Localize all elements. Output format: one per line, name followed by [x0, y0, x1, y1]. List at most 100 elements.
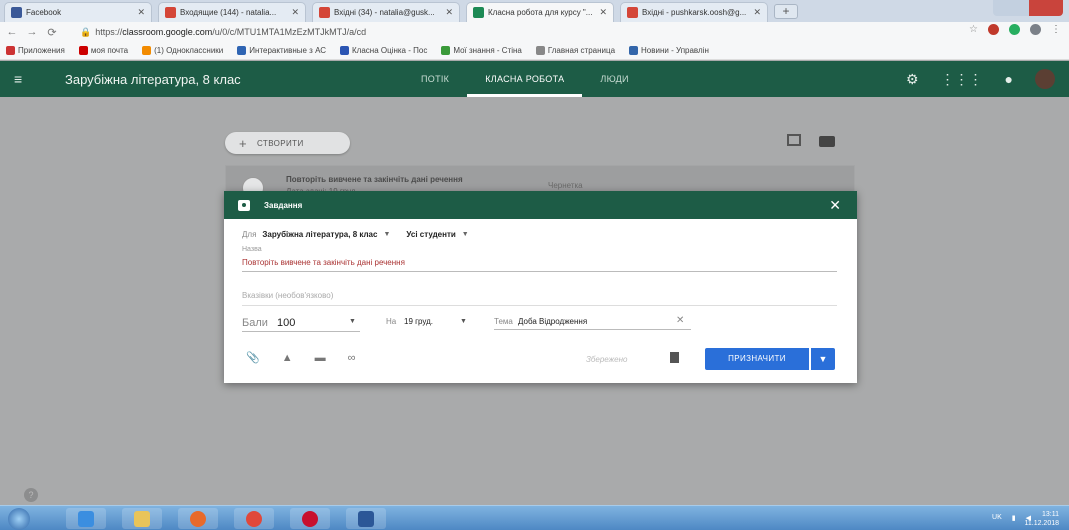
- start-button[interactable]: [8, 508, 30, 530]
- tab-title: Входящие (144) - natalia...: [180, 8, 277, 17]
- chevron-down-icon[interactable]: ▼: [349, 318, 356, 325]
- close-icon[interactable]: ✕: [599, 7, 607, 18]
- chevron-down-icon[interactable]: ▼: [383, 231, 390, 238]
- clear-topic-icon[interactable]: ✕: [676, 315, 684, 326]
- instructions-input[interactable]: Вказівки (необов'язково): [242, 291, 333, 300]
- bookmark-icon: [237, 46, 247, 55]
- tab-classwork[interactable]: КЛАСНА РОБОТА: [467, 61, 583, 97]
- apps-grid-icon[interactable]: ⋮⋮⋮: [941, 71, 983, 88]
- close-icon[interactable]: ✕: [445, 7, 453, 18]
- language-indicator[interactable]: UK: [992, 514, 1002, 522]
- bookmark-item[interactable]: Класна Оцінка - Пос: [340, 46, 427, 55]
- taskbar-opera[interactable]: [290, 508, 330, 529]
- due-label: На: [386, 317, 397, 326]
- back-arrow-icon[interactable]: ←: [4, 26, 20, 38]
- network-icon[interactable]: ▮: [1012, 514, 1016, 522]
- folder-icon[interactable]: [819, 136, 835, 147]
- gear-icon[interactable]: ⚙: [906, 71, 919, 88]
- close-icon[interactable]: ✕: [829, 197, 841, 214]
- taskbar-media[interactable]: [178, 508, 218, 529]
- star-icon[interactable]: ☆: [969, 24, 978, 35]
- bookmark-item[interactable]: Приложения: [6, 46, 65, 55]
- assign-options-button[interactable]: ▼: [811, 348, 835, 370]
- browser-tab-inbox-3[interactable]: Вхідні - pushkarsk.oosh@g... ✕: [620, 2, 768, 22]
- taskbar-word[interactable]: [346, 508, 386, 529]
- close-icon[interactable]: ✕: [291, 7, 299, 18]
- due-date-select[interactable]: 19 груд.: [404, 317, 433, 326]
- tab-title: Класна робота для курсу "...: [488, 8, 593, 17]
- tab-stream[interactable]: ПОТІК: [403, 61, 467, 97]
- points-value: 100: [276, 317, 296, 329]
- more-menu-icon[interactable]: ⋮: [1051, 24, 1061, 35]
- extension-icon[interactable]: [1009, 24, 1020, 35]
- save-status: Збережено: [586, 355, 628, 364]
- url-path: /u/0/c/MTU1MTA1MzEzMTJkMTJ/a/cd: [212, 27, 367, 37]
- new-tab-button[interactable]: +: [774, 4, 798, 19]
- topic-input[interactable]: Доба Відродження: [518, 317, 587, 326]
- students-select[interactable]: Усі студенти: [406, 230, 455, 239]
- taskbar-ie[interactable]: [66, 508, 106, 529]
- taskbar-explorer[interactable]: [122, 508, 162, 529]
- attach-file-icon[interactable]: 📎: [246, 351, 260, 364]
- reload-icon[interactable]: ⟳: [44, 26, 60, 39]
- window-close-button[interactable]: [1029, 0, 1063, 16]
- trash-icon[interactable]: [670, 352, 679, 363]
- title-input[interactable]: Повторіть вивчене та закінчіть дані рече…: [242, 258, 405, 267]
- url-field[interactable]: 🔒 https://classroom.google.com/u/0/c/MTU…: [80, 27, 366, 38]
- topic-underline: [494, 329, 691, 330]
- google-drive-icon[interactable]: ▲: [282, 352, 293, 364]
- taskbar-chrome[interactable]: [234, 508, 274, 529]
- browser-tab-inbox-2[interactable]: Вхідні (34) - natalia@gusk... ✕: [312, 2, 460, 22]
- media-player-icon: [190, 510, 206, 527]
- bookmark-item[interactable]: Интерактивные з АС: [237, 46, 326, 55]
- class-select[interactable]: Зарубіжна література, 8 клас: [262, 230, 377, 239]
- taskbar-apps: [66, 508, 386, 529]
- avatar[interactable]: [1035, 69, 1055, 89]
- browser-tab-facebook[interactable]: Facebook ✕: [4, 2, 152, 22]
- extension-icon[interactable]: [1030, 24, 1041, 35]
- browser-tab-inbox-1[interactable]: Входящие (144) - natalia... ✕: [158, 2, 306, 22]
- points-field[interactable]: Бали 100: [242, 317, 360, 332]
- tab-people[interactable]: ЛЮДИ: [582, 61, 646, 97]
- bookmark-item[interactable]: моя почта: [78, 46, 128, 55]
- attachment-toolbar: 📎 ▲ ▬ ∞: [246, 351, 356, 365]
- facebook-icon: [11, 7, 22, 18]
- gmail-icon: [165, 7, 176, 18]
- browser-tab-classroom[interactable]: Класна робота для курсу "... ✕: [466, 2, 614, 22]
- circle-icon[interactable]: ●: [1005, 71, 1013, 87]
- title-underline: [242, 271, 837, 272]
- chevron-down-icon[interactable]: ▼: [462, 231, 469, 238]
- create-button[interactable]: + СТВОРИТИ: [225, 132, 350, 154]
- close-icon[interactable]: ✕: [137, 7, 145, 18]
- bookmark-icon: [340, 46, 350, 55]
- post-status: Чернетка: [548, 181, 583, 190]
- youtube-icon[interactable]: ▬: [315, 352, 326, 364]
- tab-title: Вхідні (34) - natalia@gusk...: [334, 8, 435, 17]
- url-scheme: https://: [95, 27, 123, 37]
- help-icon[interactable]: ?: [24, 488, 38, 502]
- internet-explorer-icon: [78, 510, 94, 527]
- dialog-title: Завдання: [264, 200, 303, 210]
- clock[interactable]: 13:11 11.12.2018: [1024, 510, 1059, 528]
- close-icon[interactable]: ✕: [753, 7, 761, 18]
- forward-arrow-icon[interactable]: →: [24, 26, 40, 38]
- classroom-header: ≡ Зарубіжна література, 8 клас ПОТІК КЛА…: [0, 61, 1069, 97]
- extension-icon[interactable]: [988, 24, 999, 35]
- bookmark-item[interactable]: (1) Одноклассники: [142, 46, 223, 55]
- chrome-icon: [246, 510, 262, 527]
- chevron-down-icon[interactable]: ▼: [460, 318, 467, 325]
- url-host: classroom.google.com: [122, 27, 213, 37]
- link-icon[interactable]: ∞: [348, 352, 356, 364]
- bookmark-item[interactable]: Главная страница: [535, 46, 615, 55]
- gmail-icon: [319, 7, 330, 18]
- calendar-icon[interactable]: [787, 134, 801, 146]
- bookmark-icon: [441, 46, 451, 55]
- bookmark-item[interactable]: Новини - Управлін: [629, 46, 709, 55]
- create-label: СТВОРИТИ: [257, 138, 304, 148]
- bookmark-item[interactable]: Мої знання - Стіна: [441, 46, 522, 55]
- for-label: Для: [242, 230, 257, 239]
- assign-button[interactable]: ПРИЗНАЧИТИ: [705, 348, 809, 370]
- bookmark-icon: [629, 46, 639, 55]
- menu-icon[interactable]: ≡: [14, 72, 22, 86]
- class-title[interactable]: Зарубіжна література, 8 клас: [65, 72, 241, 87]
